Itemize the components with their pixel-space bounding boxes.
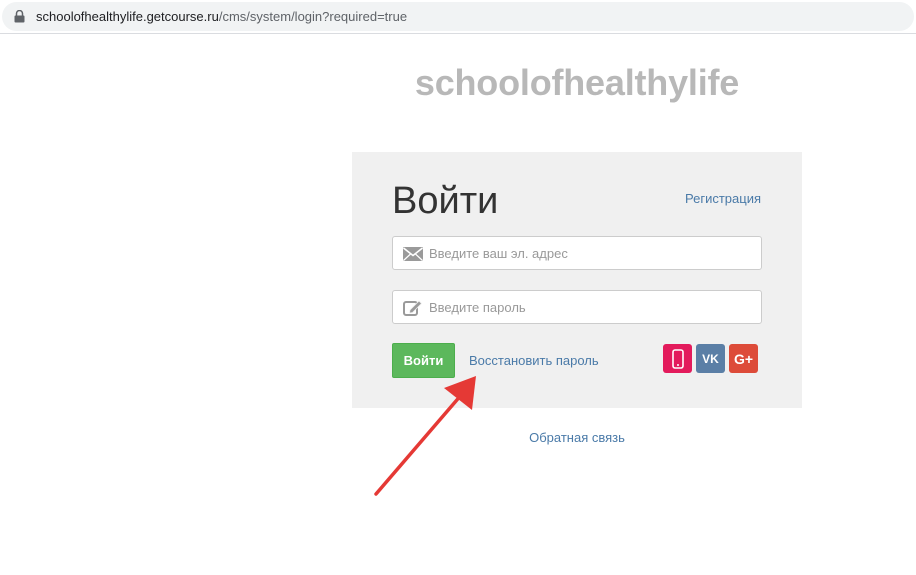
password-input[interactable]	[429, 291, 749, 323]
smartphone-icon	[671, 348, 684, 369]
password-field[interactable]	[392, 290, 762, 324]
lock-icon[interactable]	[14, 10, 25, 23]
url-text[interactable]: schoolofhealthylife.getcourse.ru/cms/sys…	[36, 9, 407, 25]
envelope-icon	[403, 247, 423, 261]
browser-address-bar: schoolofhealthylife.getcourse.ru/cms/sys…	[0, 0, 916, 34]
url-domain: schoolofhealthylife.getcourse.ru	[36, 9, 219, 24]
google-plus-icon: G+	[733, 350, 754, 367]
login-heading: Войти	[392, 180, 499, 222]
site-title: schoolofhealthylife	[414, 62, 740, 103]
pencil-icon	[403, 300, 423, 316]
url-field[interactable]: schoolofhealthylife.getcourse.ru/cms/sys…	[2, 2, 914, 31]
url-path: /cms/system/login?required=true	[218, 9, 408, 24]
email-field[interactable]	[392, 236, 762, 270]
register-link[interactable]: Регистрация	[685, 191, 761, 206]
vk-login-button[interactable]: VK	[696, 344, 725, 373]
vk-icon: VK	[702, 351, 719, 366]
arrow-annotation	[374, 376, 476, 496]
restore-password-link[interactable]: Восстановить пароль	[469, 353, 599, 368]
google-plus-login-button[interactable]: G+	[729, 344, 758, 373]
phone-login-button[interactable]	[663, 344, 692, 373]
email-input[interactable]	[429, 237, 749, 269]
